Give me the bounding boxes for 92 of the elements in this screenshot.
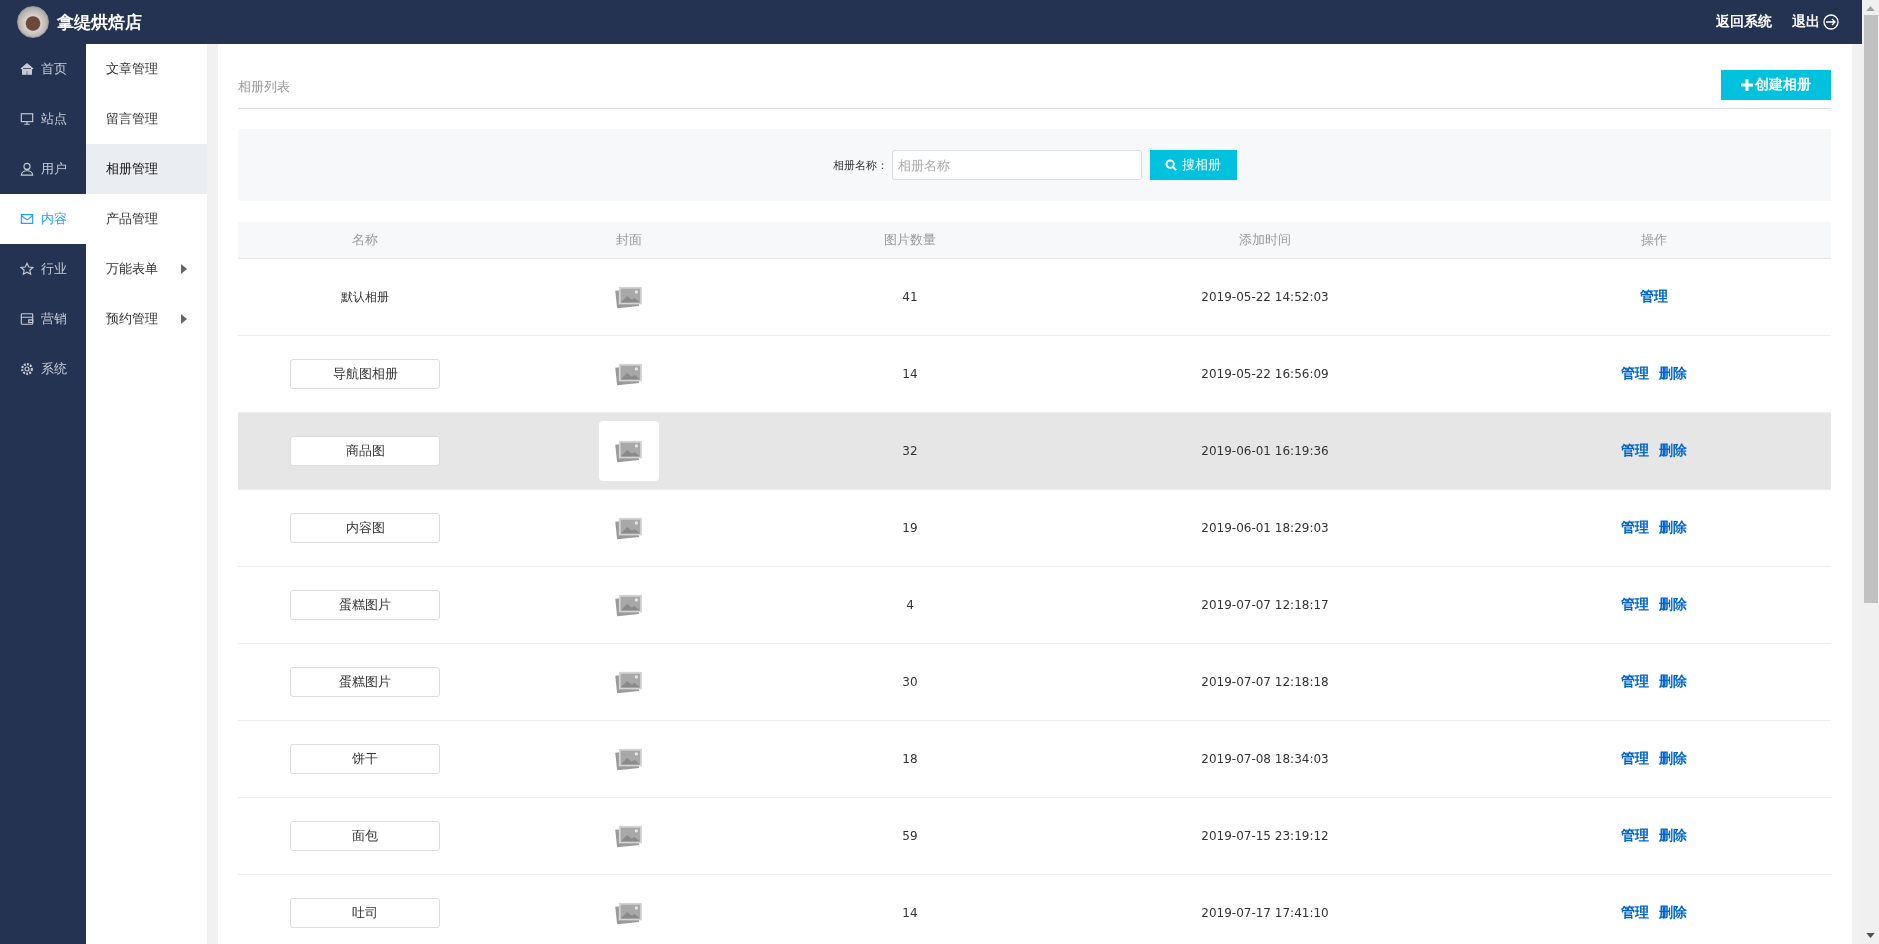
added-time: 2019-06-01 18:29:03	[1201, 521, 1329, 535]
action-link[interactable]: 删除	[1658, 596, 1687, 614]
image-count: 32	[902, 444, 918, 458]
album-name-input[interactable]: 蛋糕图片	[290, 590, 440, 620]
logout-link[interactable]: 退出	[1792, 13, 1839, 31]
shop-logo	[17, 6, 49, 38]
album-name-input[interactable]: 面包	[290, 821, 440, 851]
sidebar-item[interactable]: 站点	[0, 94, 86, 144]
submenu-item[interactable]: 预约管理	[86, 294, 207, 344]
shop-name: 拿缇烘焙店	[57, 10, 142, 34]
column-header: 名称	[351, 231, 379, 249]
image-placeholder-icon	[615, 285, 643, 309]
image-placeholder-icon	[615, 362, 643, 386]
submenu-item[interactable]: 相册管理	[86, 144, 207, 194]
sidebar-item[interactable]: 首页	[0, 44, 86, 94]
image-placeholder-icon	[615, 747, 643, 771]
wallet-icon	[20, 312, 34, 326]
gear-icon	[20, 362, 34, 376]
image-count: 59	[902, 829, 918, 843]
action-link[interactable]: 管理	[1620, 442, 1649, 460]
image-placeholder-icon	[615, 670, 643, 694]
action-link[interactable]: 管理	[1620, 750, 1649, 768]
added-time: 2019-05-22 14:52:03	[1201, 290, 1329, 304]
album-name-input[interactable]: 吐司	[290, 898, 440, 928]
album-name-input[interactable]: 导航图相册	[290, 359, 440, 389]
album-name: 默认相册	[341, 288, 389, 306]
album-name-input[interactable]: 饼干	[290, 744, 440, 774]
action-link[interactable]: 删除	[1658, 750, 1687, 768]
added-time: 2019-05-22 16:56:09	[1201, 367, 1329, 381]
action-link[interactable]: 管理	[1620, 596, 1649, 614]
action-link[interactable]: 删除	[1658, 904, 1687, 922]
action-link[interactable]: 删除	[1658, 673, 1687, 691]
added-time: 2019-07-15 23:19:12	[1201, 829, 1329, 843]
sidebar-item[interactable]: 营销	[0, 294, 86, 344]
action-link[interactable]: 删除	[1658, 827, 1687, 845]
submenu-item[interactable]: 留言管理	[86, 94, 207, 144]
image-count: 19	[902, 521, 918, 535]
scroll-down-icon[interactable]	[1866, 933, 1875, 938]
user-icon	[20, 162, 34, 176]
sidebar-item[interactable]: 行业	[0, 244, 86, 294]
action-link[interactable]: 管理	[1620, 365, 1649, 383]
column-header: 添加时间	[1238, 231, 1292, 249]
column-header: 封面	[615, 231, 643, 249]
monitor-icon	[20, 112, 34, 126]
action-link[interactable]: 删除	[1658, 365, 1687, 383]
image-placeholder-icon	[615, 901, 643, 925]
album-name-input[interactable]: 蛋糕图片	[290, 667, 440, 697]
album-name-input[interactable]: 内容图	[290, 513, 440, 543]
image-count: 4	[906, 598, 914, 612]
submenu-item[interactable]: 万能表单	[86, 244, 207, 294]
sidebar-item[interactable]: 用户	[0, 144, 86, 194]
action-link[interactable]: 管理	[1620, 904, 1649, 922]
return-link[interactable]: 返回系统	[1716, 13, 1772, 31]
image-count: 18	[902, 752, 918, 766]
scroll-up-icon[interactable]	[1866, 6, 1875, 11]
image-count: 30	[902, 675, 918, 689]
added-time: 2019-07-07 12:18:18	[1201, 675, 1329, 689]
page-title: 相册列表	[238, 78, 290, 96]
logout-icon	[1823, 14, 1839, 30]
expand-arrow-icon	[181, 264, 187, 274]
added-time: 2019-07-17 17:41:10	[1201, 906, 1329, 920]
column-header: 操作	[1639, 231, 1668, 249]
image-placeholder-icon	[615, 516, 643, 540]
image-count: 14	[902, 906, 918, 920]
added-time: 2019-07-07 12:18:17	[1201, 598, 1329, 612]
submenu-item[interactable]: 文章管理	[86, 44, 207, 94]
action-link[interactable]: 删除	[1658, 519, 1687, 537]
image-placeholder-icon	[615, 824, 643, 848]
image-count: 41	[902, 290, 918, 304]
action-link[interactable]: 管理	[1620, 519, 1649, 537]
search-label: 相册名称：	[832, 157, 888, 173]
action-link[interactable]: 删除	[1658, 442, 1687, 460]
action-link[interactable]: 管理	[1620, 827, 1649, 845]
action-link[interactable]: 管理	[1620, 673, 1649, 691]
album-name-input[interactable]: 商品图	[290, 436, 440, 466]
added-time: 2019-07-08 18:34:03	[1201, 752, 1329, 766]
sidebar-item[interactable]: 系统	[0, 344, 86, 394]
action-link[interactable]: 管理	[1639, 288, 1668, 306]
column-header: 图片数量	[883, 231, 937, 249]
added-time: 2019-06-01 16:19:36	[1201, 444, 1329, 458]
album-name-field[interactable]: 相册名称	[891, 150, 1142, 180]
plus-icon	[1741, 79, 1753, 91]
image-placeholder-icon	[615, 439, 643, 463]
image-placeholder-icon	[615, 593, 643, 617]
submenu-item[interactable]: 产品管理	[86, 194, 207, 244]
search-icon	[1165, 159, 1177, 171]
expand-arrow-icon	[181, 314, 187, 324]
scrollbar-thumb[interactable]	[1863, 15, 1878, 603]
home-icon	[20, 62, 34, 76]
inbox-icon	[20, 212, 34, 226]
image-count: 14	[902, 367, 918, 381]
star-icon	[20, 262, 34, 276]
